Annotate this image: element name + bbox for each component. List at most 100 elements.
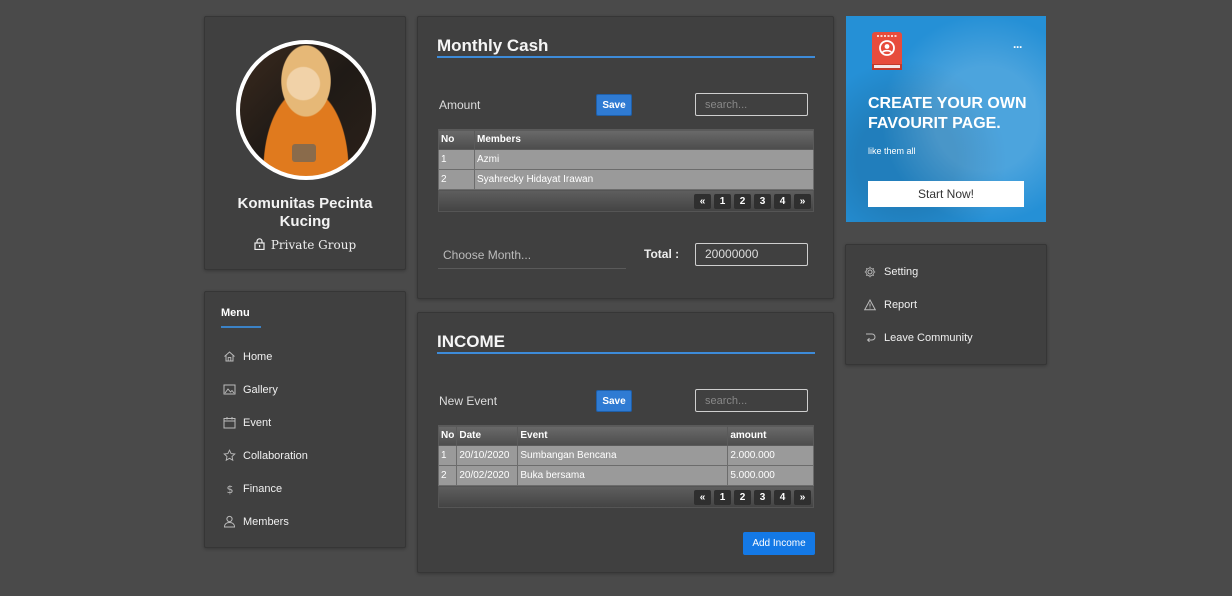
column-header[interactable]: No bbox=[437, 425, 458, 446]
menu-item-label: Event bbox=[243, 416, 272, 429]
search-input[interactable] bbox=[695, 93, 808, 116]
cell-member: Azmi bbox=[474, 149, 814, 170]
menu-item-event[interactable]: Event bbox=[223, 416, 271, 429]
pager-next[interactable]: » bbox=[794, 489, 811, 505]
pagination: « 1 2 3 4 » bbox=[438, 190, 814, 212]
menu-item-label: Collaboration bbox=[243, 449, 308, 462]
report-item[interactable]: Report bbox=[864, 299, 917, 311]
cell-amount: 5.000.000 bbox=[727, 465, 814, 486]
pager-page-1[interactable]: 1 bbox=[714, 193, 731, 209]
menu-item-collaboration[interactable]: Collaboration bbox=[223, 449, 308, 462]
choose-month-select[interactable]: Choose Month... bbox=[438, 245, 626, 269]
pager-page-3[interactable]: 3 bbox=[754, 193, 771, 209]
group-name: Komunitas Pecinta Kucing bbox=[237, 195, 373, 230]
star-icon bbox=[223, 449, 236, 462]
members-table: No Members 1 Azmi 2 Syahrecky Hidayat Ir… bbox=[438, 129, 814, 190]
cell-member: Syahrecky Hidayat Irawan bbox=[474, 169, 814, 190]
privacy-status: Private Group bbox=[205, 238, 405, 252]
more-options-icon[interactable]: ··· bbox=[1013, 40, 1023, 54]
leave-label: Leave Community bbox=[884, 332, 973, 344]
table-header-row: No Members bbox=[438, 129, 814, 150]
menu-item-home[interactable]: Home bbox=[223, 350, 272, 363]
menu-item-label: Home bbox=[243, 350, 273, 363]
menu-item-finance[interactable]: $ Finance bbox=[223, 482, 283, 496]
pager-next[interactable]: » bbox=[794, 193, 811, 209]
gear-icon bbox=[864, 266, 876, 278]
add-income-button[interactable]: Add Income bbox=[743, 532, 815, 555]
community-actions-card: Setting Report Leave Community bbox=[845, 244, 1047, 365]
warning-icon bbox=[864, 299, 876, 311]
menu-item-members[interactable]: Members bbox=[223, 515, 289, 528]
section-title: INCOME bbox=[437, 332, 505, 351]
promo-title: CREATE YOUR OWN FAVOURIT PAGE. bbox=[868, 95, 1027, 132]
income-table: No Date Event amount 1 20/10/2020 Sumban… bbox=[437, 425, 814, 486]
cell-amount: 2.000.000 bbox=[727, 445, 814, 466]
table-row[interactable]: 2 20/02/2020 Buka bersama 5.000.000 bbox=[437, 465, 814, 486]
svg-text:$: $ bbox=[227, 483, 234, 495]
table-row[interactable]: 2 Syahrecky Hidayat Irawan bbox=[438, 169, 814, 190]
column-header[interactable]: No bbox=[438, 129, 475, 150]
profile-card: Komunitas Pecinta Kucing Private Group bbox=[204, 16, 406, 270]
menu-underline bbox=[221, 326, 261, 328]
pager-page-3[interactable]: 3 bbox=[754, 489, 771, 505]
total-label: Total : bbox=[644, 247, 680, 261]
save-button[interactable]: Save bbox=[596, 94, 632, 116]
pager-page-2[interactable]: 2 bbox=[734, 193, 751, 209]
promo-subtitle: like them all bbox=[868, 146, 916, 156]
setting-item[interactable]: Setting bbox=[864, 266, 918, 278]
pager-prev[interactable]: « bbox=[694, 489, 711, 505]
menu-item-label: Gallery bbox=[243, 383, 278, 396]
amount-label: Amount bbox=[439, 98, 481, 112]
gallery-icon bbox=[223, 384, 236, 395]
promo-banner: ··· CREATE YOUR OWN FAVOURIT PAGE. like … bbox=[846, 16, 1046, 222]
column-header[interactable]: Event bbox=[517, 425, 729, 446]
table-row[interactable]: 1 20/10/2020 Sumbangan Bencana 2.000.000 bbox=[437, 445, 814, 466]
total-field[interactable]: 20000000 bbox=[695, 243, 808, 266]
home-icon bbox=[224, 351, 235, 362]
column-header[interactable]: amount bbox=[727, 425, 814, 446]
cell-date: 20/10/2020 bbox=[456, 445, 519, 466]
cell-event: Sumbangan Bencana bbox=[517, 445, 729, 466]
lock-icon bbox=[254, 238, 265, 250]
cell-no: 2 bbox=[438, 169, 475, 190]
menu-card: Menu Home Gallery Event Collaboration $ … bbox=[204, 291, 406, 548]
pager-page-4[interactable]: 4 bbox=[774, 489, 791, 505]
cell-date: 20/02/2020 bbox=[456, 465, 519, 486]
pager-page-2[interactable]: 2 bbox=[734, 489, 751, 505]
income-card: INCOME New Event Save No Date Event amou… bbox=[417, 312, 834, 573]
leave-icon bbox=[866, 333, 876, 343]
pager-page-4[interactable]: 4 bbox=[774, 193, 791, 209]
section-divider bbox=[437, 56, 815, 58]
dollar-icon: $ bbox=[227, 483, 234, 495]
menu-item-label: Members bbox=[243, 515, 289, 528]
new-event-label: New Event bbox=[439, 394, 498, 408]
pager-page-1[interactable]: 1 bbox=[714, 489, 731, 505]
setting-label: Setting bbox=[884, 266, 919, 278]
start-now-button[interactable]: Start Now! bbox=[868, 181, 1024, 207]
section-title: Monthly Cash bbox=[437, 36, 549, 55]
monthly-cash-card: Monthly Cash Amount Save No Members 1 Az… bbox=[417, 16, 834, 299]
report-label: Report bbox=[884, 299, 918, 311]
pager-prev[interactable]: « bbox=[694, 193, 711, 209]
table-row[interactable]: 1 Azmi bbox=[438, 149, 814, 170]
menu-item-label: Finance bbox=[243, 482, 283, 495]
save-button[interactable]: Save bbox=[596, 390, 632, 412]
menu-item-gallery[interactable]: Gallery bbox=[223, 383, 278, 396]
menu-title: Menu bbox=[221, 307, 250, 319]
column-header[interactable]: Date bbox=[456, 425, 519, 446]
cell-no: 1 bbox=[437, 445, 458, 466]
leave-community-item[interactable]: Leave Community bbox=[864, 332, 973, 344]
section-divider bbox=[437, 352, 815, 354]
cell-no: 1 bbox=[438, 149, 475, 170]
calendar-icon bbox=[223, 417, 236, 429]
table-header-row: No Date Event amount bbox=[437, 425, 814, 446]
column-header[interactable]: Members bbox=[474, 129, 814, 150]
cell-no: 2 bbox=[437, 465, 458, 486]
avatar[interactable] bbox=[236, 40, 376, 180]
privacy-label: Private Group bbox=[270, 238, 357, 252]
passport-icon bbox=[872, 32, 902, 70]
user-icon bbox=[223, 515, 236, 528]
search-input[interactable] bbox=[695, 389, 808, 412]
pagination: « 1 2 3 4 » bbox=[438, 486, 814, 508]
cell-event: Buka bersama bbox=[517, 465, 729, 486]
